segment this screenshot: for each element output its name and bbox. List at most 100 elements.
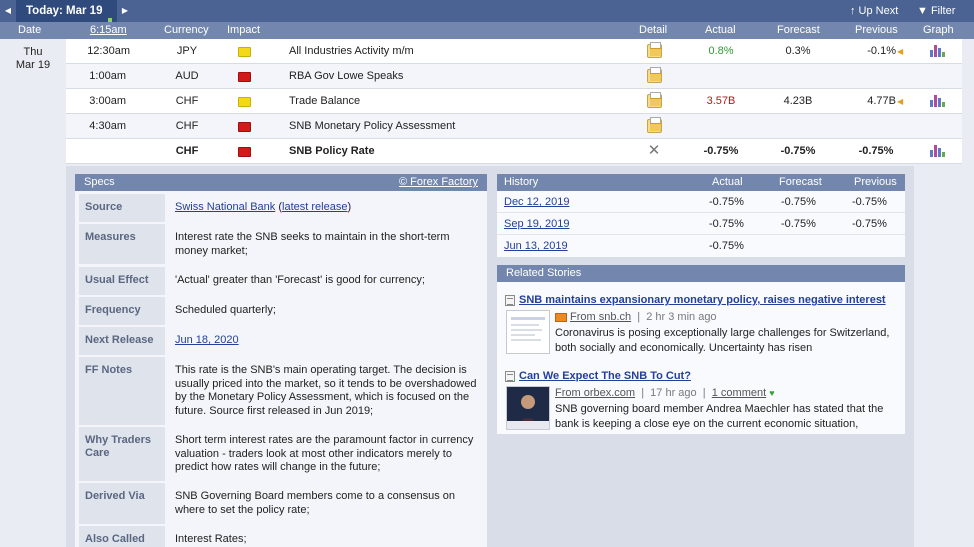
detail-folder-icon[interactable] [647, 67, 662, 83]
history-date-link[interactable]: Dec 12, 2019 [504, 192, 569, 213]
spec-row-ff-notes: FF Notes This rate is the SNB's main ope… [75, 357, 487, 425]
close-detail-icon[interactable]: ✕ [647, 143, 661, 158]
event-title[interactable]: All Industries Activity m/m [289, 39, 589, 64]
history-actual: -0.75% [709, 196, 744, 208]
revised-arrow-icon: ◀ [897, 47, 904, 56]
event-previous: -0.75% [858, 145, 894, 157]
column-header-row: Date 6:15am Currency Impact Detail Actua… [0, 22, 974, 39]
event-actual: 3.57B [706, 95, 736, 107]
detail-folder-icon[interactable] [647, 42, 662, 58]
impact-low-icon [238, 47, 251, 57]
event-currency: CHF [175, 120, 199, 132]
spec-value: This rate is the SNB's main operating ta… [175, 364, 477, 417]
history-col-previous: Previous [854, 176, 897, 188]
story-age: 2 hr 3 min ago [646, 311, 717, 323]
event-title[interactable]: Trade Balance [289, 89, 589, 114]
event-title[interactable]: SNB Monetary Policy Assessment [289, 114, 589, 139]
spec-label: Source [79, 194, 165, 222]
day-weekday: Thu [23, 46, 43, 58]
story-comments-link[interactable]: 1 comment [712, 387, 766, 399]
spec-value: Interest Rates; [175, 533, 247, 545]
graph-icon[interactable] [930, 44, 945, 57]
spec-row-measures: Measures Interest rate the SNB seeks to … [75, 224, 487, 264]
calendar-toolbar: ◀ Today: Mar 19 ▶ ↑ Up Next ▼ Filter [0, 0, 974, 22]
spec-label: Next Release [79, 327, 165, 355]
story-thumbnail[interactable] [506, 310, 550, 354]
history-col-actual: Actual [712, 176, 743, 188]
story-title-link[interactable]: SNB maintains expansionary monetary poli… [519, 293, 901, 308]
event-forecast: 4.23B [783, 95, 813, 107]
up-next-button[interactable]: ↑ Up Next [850, 0, 898, 22]
impact-high-icon [238, 122, 251, 132]
story-item: Can We Expect The SNB To Cut? From orbex… [497, 365, 905, 437]
spec-value: Jun 18, 2020 [175, 327, 480, 348]
event-row[interactable]: 3:00am CHF Trade Balance 3.57B 4.23B 4.7… [66, 89, 962, 114]
event-currency: JPY [176, 45, 198, 57]
detail-folder-icon[interactable] [647, 117, 662, 133]
event-time: 1:00am [89, 70, 126, 82]
history-previous: -0.75% [852, 196, 887, 208]
story-meta: From orbex.com | 17 hr ago | 1 comment ♥ [555, 387, 775, 399]
story-age: 17 hr ago [650, 387, 697, 399]
event-row[interactable]: 1:00am AUD RBA Gov Lowe Speaks [66, 64, 962, 89]
spec-row-frequency: Frequency Scheduled quarterly; [75, 297, 487, 325]
specs-header: Specs © Forex Factory [75, 174, 487, 191]
story-title-link[interactable]: Can We Expect The SNB To Cut? [519, 369, 901, 384]
rss-icon [555, 312, 567, 322]
detail-folder-icon[interactable] [647, 92, 662, 108]
spec-label: Also Called [79, 526, 165, 547]
event-currency: CHF [175, 145, 199, 157]
col-date: Date [18, 24, 42, 36]
spec-label: Frequency [79, 297, 165, 325]
spec-row-next-release: Next Release Jun 18, 2020 [75, 327, 487, 355]
history-header: History Actual Forecast Previous [497, 174, 905, 191]
spec-value: 'Actual' greater than 'Forecast' is good… [175, 274, 425, 286]
spec-row-derived-via: Derived Via SNB Governing Board members … [75, 483, 487, 524]
event-actual: -0.75% [703, 145, 739, 157]
spec-row-usual-effect: Usual Effect 'Actual' greater than 'Fore… [75, 267, 487, 295]
history-col-forecast: Forecast [779, 176, 822, 188]
spec-value: Interest rate the SNB seeks to maintain … [175, 231, 450, 257]
event-row[interactable]: 12:30am JPY All Industries Activity m/m … [66, 39, 962, 64]
stories-header: Related Stories [497, 265, 905, 282]
impact-low-icon [238, 97, 251, 107]
event-previous: -0.1% [867, 45, 896, 57]
event-row[interactable]: 4:30am CHF SNB Monetary Policy Assessmen… [66, 114, 962, 139]
latest-release-link[interactable]: latest release [282, 201, 347, 213]
col-forecast: Forecast [777, 24, 820, 36]
history-row: Dec 12, 2019 -0.75% -0.75% -0.75% [497, 192, 905, 213]
story-thumbnail[interactable] [506, 386, 550, 430]
specs-title: Specs [84, 176, 115, 188]
event-currency: AUD [175, 70, 199, 82]
history-panel: History Actual Forecast Previous Dec 12,… [497, 174, 905, 257]
next-release-link[interactable]: Jun 18, 2020 [175, 334, 239, 346]
filter-button[interactable]: ▼ Filter [917, 0, 955, 22]
event-title[interactable]: RBA Gov Lowe Speaks [289, 64, 589, 89]
history-date-link[interactable]: Sep 19, 2019 [504, 214, 569, 235]
graph-icon[interactable] [930, 94, 945, 107]
spec-value: Swiss National Bank (latest release) [175, 201, 352, 213]
spec-label: Usual Effect [79, 267, 165, 295]
event-row-selected[interactable]: CHF SNB Policy Rate ✕ -0.75% -0.75% -0.7… [66, 139, 962, 164]
event-time: 4:30am [89, 120, 126, 132]
comment-heart-icon: ♥ [769, 388, 775, 398]
story-source-link[interactable]: From snb.ch [570, 311, 631, 323]
forex-factory-link[interactable]: © Forex Factory [399, 174, 478, 191]
event-actual: 0.8% [708, 45, 734, 57]
col-detail: Detail [639, 24, 668, 36]
source-link[interactable]: Swiss National Bank [175, 201, 275, 213]
graph-icon[interactable] [930, 144, 945, 157]
col-previous: Previous [855, 24, 898, 36]
story-source-link[interactable]: From orbex.com [555, 387, 635, 399]
story-excerpt: Coronavirus is posing exceptionally larg… [555, 327, 890, 354]
spec-label: Derived Via [79, 483, 165, 524]
revised-arrow-icon: ◀ [897, 97, 904, 106]
prev-day-icon[interactable]: ◀ [0, 0, 16, 22]
history-row: Jun 13, 2019 -0.75% [497, 236, 905, 257]
history-date-link[interactable]: Jun 13, 2019 [504, 236, 568, 257]
next-day-icon[interactable]: ▶ [117, 0, 133, 22]
col-time-current[interactable]: 6:15am [90, 22, 127, 39]
today-button[interactable]: Today: Mar 19 [16, 0, 117, 22]
event-title[interactable]: SNB Policy Rate [289, 139, 589, 164]
spec-label: Measures [79, 224, 165, 264]
